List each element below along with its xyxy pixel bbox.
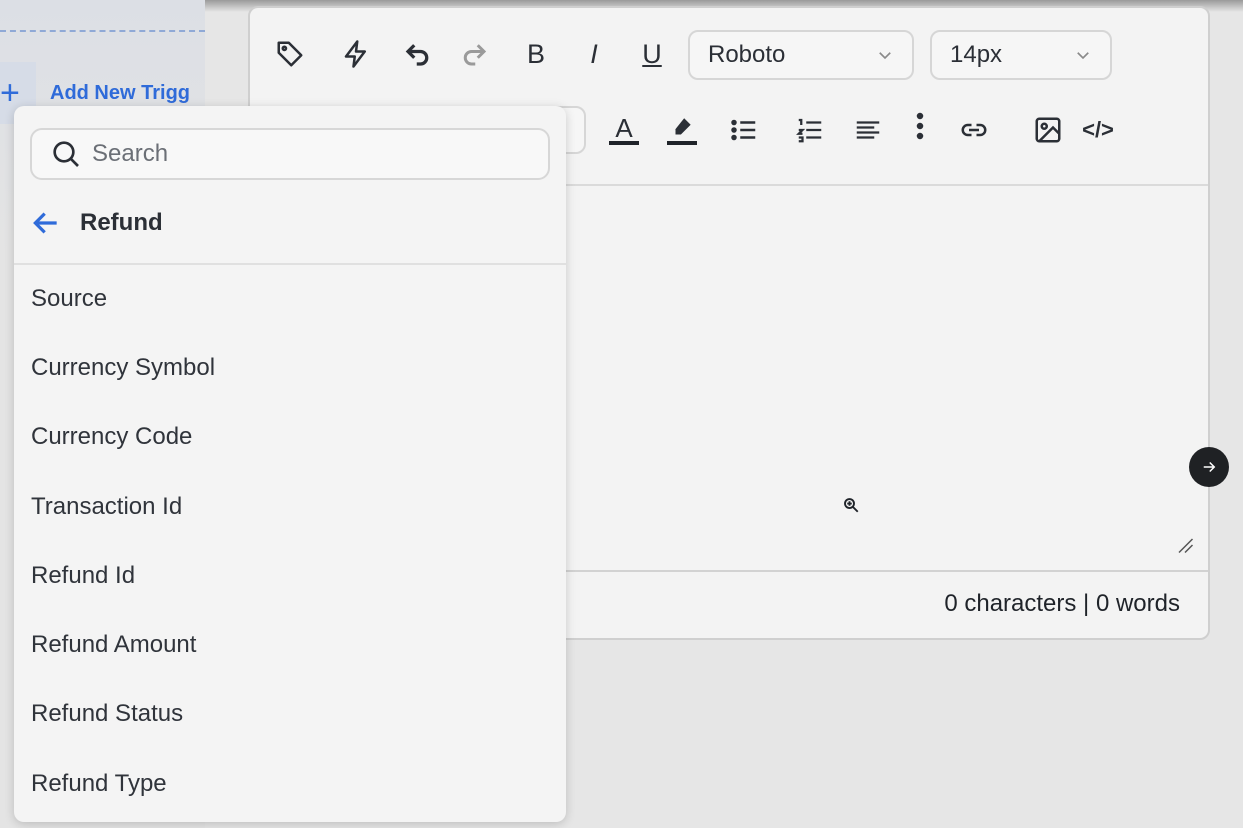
back-to-parent-button[interactable]: Refund: [30, 198, 163, 248]
next-arrow-button[interactable]: [1189, 447, 1229, 487]
align-icon[interactable]: [850, 112, 886, 148]
option-item[interactable]: Transaction Id: [14, 472, 566, 541]
character-word-counter: 0 characters | 0 words: [944, 590, 1180, 617]
undo-icon[interactable]: [400, 36, 436, 72]
underline-icon[interactable]: U: [634, 36, 670, 72]
chevron-down-icon: [879, 52, 891, 60]
search-icon: [53, 141, 79, 167]
option-item[interactable]: Source: [14, 264, 566, 333]
image-icon[interactable]: [1030, 112, 1066, 148]
option-item[interactable]: Refund Amount: [14, 610, 566, 679]
option-item[interactable]: Refund Status: [14, 680, 566, 749]
chevron-down-icon: [1077, 52, 1089, 60]
resize-handle-icon[interactable]: [1176, 536, 1194, 554]
search-input[interactable]: [92, 140, 512, 168]
numbered-list-icon[interactable]: [792, 112, 828, 148]
option-item[interactable]: Currency Symbol: [14, 333, 566, 402]
text-color-icon[interactable]: A: [606, 112, 642, 148]
option-item[interactable]: Refund Id: [14, 541, 566, 610]
font-size-value: 14px: [950, 41, 1003, 68]
font-family-value: Roboto: [708, 41, 786, 68]
zoom-cursor-icon: [844, 498, 859, 513]
bolt-icon[interactable]: [338, 36, 374, 72]
arrow-right-icon: [1203, 461, 1216, 473]
highlight-icon[interactable]: [664, 112, 700, 148]
merge-field-dropdown: Refund Source Currency Symbol Currency C…: [14, 106, 566, 822]
link-icon[interactable]: [956, 112, 992, 148]
redo-icon[interactable]: [456, 36, 492, 72]
search-field[interactable]: [30, 128, 550, 180]
option-item[interactable]: Currency Code: [14, 403, 566, 472]
font-family-select[interactable]: Roboto: [688, 30, 914, 80]
arrow-left-icon: [33, 212, 57, 234]
font-size-select[interactable]: 14px: [930, 30, 1112, 80]
bullet-list-icon[interactable]: [726, 112, 762, 148]
trigger-dashed-line: [0, 30, 205, 32]
code-icon[interactable]: </>: [1080, 112, 1116, 148]
option-item[interactable]: Refund Type: [14, 749, 566, 818]
option-list: Source Currency Symbol Currency Code Tra…: [14, 264, 566, 818]
tag-icon[interactable]: [272, 36, 308, 72]
italic-icon[interactable]: I: [576, 36, 612, 72]
more-icon[interactable]: [902, 108, 938, 144]
plus-icon: +: [0, 74, 20, 112]
category-title: Refund: [80, 209, 163, 236]
bold-icon[interactable]: B: [518, 36, 554, 72]
